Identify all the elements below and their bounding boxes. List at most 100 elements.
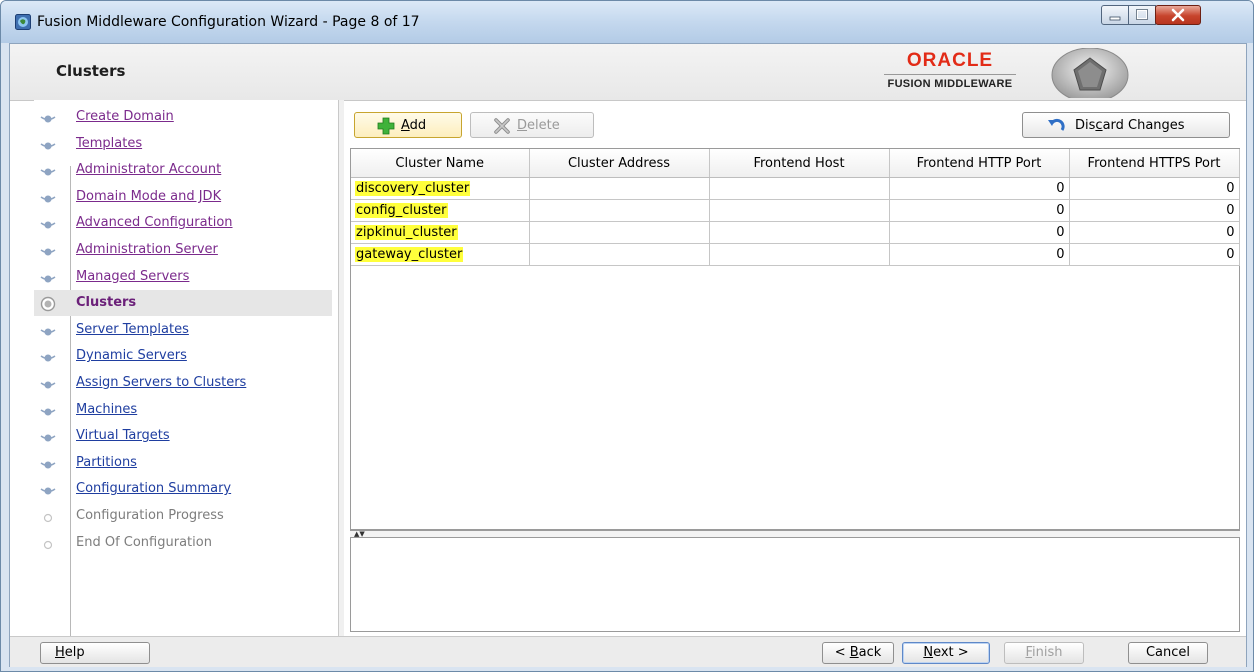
clusters-content: Add Delete Discard Changes Cluster Name … xyxy=(344,100,1246,636)
nav-step-label: Virtual Targets xyxy=(76,428,170,444)
table-row[interactable]: config_cluster 0 0 xyxy=(351,199,1240,222)
frontend-host-cell[interactable] xyxy=(709,221,890,244)
frontend-http-port-cell[interactable]: 0 xyxy=(889,243,1070,266)
cluster-name-cell[interactable]: gateway_cluster xyxy=(351,243,530,266)
nav-step-3[interactable]: Domain Mode and JDK xyxy=(34,184,332,210)
step-done-icon xyxy=(40,408,56,416)
help-button[interactable]: Help xyxy=(40,642,150,664)
frontend-https-port-cell[interactable]: 0 xyxy=(1069,243,1240,266)
nav-step-label: Dynamic Servers xyxy=(76,348,187,364)
add-label: dd xyxy=(409,118,427,133)
maximize-icon xyxy=(1136,9,1148,20)
frontend-host-cell[interactable] xyxy=(709,199,890,222)
discard-changes-button[interactable]: Discard Changes xyxy=(1022,112,1230,138)
cluster-address-cell[interactable] xyxy=(529,243,710,266)
step-done-icon xyxy=(40,168,56,176)
nav-step-4[interactable]: Advanced Configuration xyxy=(34,210,332,236)
nav-step-label: Domain Mode and JDK xyxy=(76,188,222,204)
cancel-button[interactable]: Cancel xyxy=(1128,642,1208,664)
nav-step-label: Managed Servers xyxy=(76,268,190,284)
cluster-detail-panel xyxy=(350,538,1240,632)
finish-label: inish xyxy=(1032,645,1063,660)
back-mnemonic: B xyxy=(849,645,859,660)
frontend-host-cell[interactable] xyxy=(709,243,890,266)
column-header-frontend-host[interactable]: Frontend Host xyxy=(709,149,890,178)
close-window-button[interactable] xyxy=(1155,5,1201,25)
frontend-https-port-cell[interactable]: 0 xyxy=(1069,221,1240,244)
nav-step-label: Assign Servers to Clusters xyxy=(76,375,247,390)
add-cluster-button[interactable]: Add xyxy=(354,112,462,138)
next-button[interactable]: Next > xyxy=(902,642,990,664)
cluster-name-value: discovery_cluster xyxy=(355,181,471,196)
column-header-cluster-name[interactable]: Cluster Name xyxy=(351,149,530,178)
table-row[interactable]: gateway_cluster 0 0 xyxy=(351,243,1240,266)
wizard-window: Fusion Middleware Configuration Wizard -… xyxy=(0,0,1254,672)
nav-step-12[interactable]: Virtual Targets xyxy=(34,423,332,449)
cluster-name-cell[interactable]: zipkinui_cluster xyxy=(351,221,530,244)
finish-button[interactable]: Finish xyxy=(1004,642,1084,664)
nav-step-5[interactable]: Administration Server xyxy=(34,237,332,263)
frontend-https-port-cell[interactable]: 0 xyxy=(1069,199,1240,222)
cluster-name-value: zipkinui_cluster xyxy=(355,225,458,240)
maximize-button[interactable] xyxy=(1128,5,1156,25)
cluster-name-cell[interactable]: discovery_cluster xyxy=(351,177,530,200)
step-pending-icon xyxy=(43,513,53,523)
frontend-http-port-cell[interactable]: 0 xyxy=(889,199,1070,222)
nav-step-9[interactable]: Dynamic Servers xyxy=(34,343,332,369)
cluster-address-cell[interactable] xyxy=(529,177,710,200)
nav-step-2[interactable]: Administrator Account xyxy=(34,157,332,183)
title-bar[interactable]: Fusion Middleware Configuration Wizard -… xyxy=(1,1,1253,43)
nav-step-label: Administration Server xyxy=(76,242,218,257)
discard-mnemonic: c xyxy=(1095,118,1103,133)
next-mnemonic: N xyxy=(923,645,934,660)
nav-step-6[interactable]: Managed Servers xyxy=(34,264,332,290)
pentagon-emblem-icon xyxy=(1051,48,1129,98)
frontend-host-cell[interactable] xyxy=(709,177,890,200)
nav-step-11[interactable]: Machines xyxy=(34,397,332,423)
step-done-icon xyxy=(40,381,56,389)
back-button[interactable]: < Back xyxy=(822,642,894,664)
table-row[interactable]: zipkinui_cluster 0 0 xyxy=(351,221,1240,244)
help-mnemonic: H xyxy=(55,645,65,660)
wizard-steps-nav: Create Domain Templates Administrator Acco… xyxy=(34,100,338,636)
frontend-http-port-cell[interactable]: 0 xyxy=(889,177,1070,200)
nav-step-15: Configuration Progress xyxy=(34,503,332,529)
table-row[interactable]: discovery_cluster 0 0 xyxy=(351,177,1240,200)
nav-step-10[interactable]: Assign Servers to Clusters xyxy=(34,370,332,396)
oracle-logo: ORACLE FUSION MIDDLEWARE xyxy=(884,50,1016,90)
column-header-frontend-https-port[interactable]: Frontend HTTPS Port xyxy=(1069,149,1240,178)
add-mnemonic: A xyxy=(401,118,410,133)
window-title: Fusion Middleware Configuration Wizard -… xyxy=(37,14,420,30)
nav-step-8[interactable]: Server Templates xyxy=(34,317,332,343)
wizard-footer: Help < Back Next > Finish Cancel xyxy=(10,636,1246,667)
delete-cluster-button[interactable]: Delete xyxy=(470,112,594,138)
next-label: ext > xyxy=(933,645,969,660)
cluster-address-cell[interactable] xyxy=(529,199,710,222)
nav-step-label: Partitions xyxy=(76,454,137,470)
detail-resize-bar[interactable]: ▲▼ xyxy=(350,530,1240,538)
cluster-name-cell[interactable]: config_cluster xyxy=(351,199,530,222)
column-header-cluster-address[interactable]: Cluster Address xyxy=(529,149,710,178)
minimize-button[interactable] xyxy=(1101,5,1129,25)
step-done-icon xyxy=(40,461,56,469)
nav-step-14[interactable]: Configuration Summary xyxy=(34,476,332,502)
nav-step-13[interactable]: Partitions xyxy=(34,450,332,476)
step-done-icon xyxy=(40,195,56,203)
column-header-frontend-http-port[interactable]: Frontend HTTP Port xyxy=(889,149,1070,178)
nav-step-label: Configuration Progress xyxy=(76,508,224,523)
step-current-icon xyxy=(40,296,56,312)
nav-step-label: Create Domain xyxy=(76,109,174,124)
step-done-icon xyxy=(40,434,56,442)
nav-step-label: Advanced Configuration xyxy=(76,215,233,231)
page-title: Clusters xyxy=(56,62,126,80)
nav-step-1[interactable]: Templates xyxy=(34,131,332,157)
discard-label-pre: Dis xyxy=(1075,118,1096,133)
nav-step-0[interactable]: Create Domain xyxy=(34,104,332,130)
step-done-icon xyxy=(40,142,56,150)
resize-arrows-icon[interactable]: ▲▼ xyxy=(354,531,365,538)
step-done-icon xyxy=(40,275,56,283)
frontend-http-port-cell[interactable]: 0 xyxy=(889,221,1070,244)
frontend-https-port-cell[interactable]: 0 xyxy=(1069,177,1240,200)
step-done-icon xyxy=(40,328,56,336)
cluster-address-cell[interactable] xyxy=(529,221,710,244)
